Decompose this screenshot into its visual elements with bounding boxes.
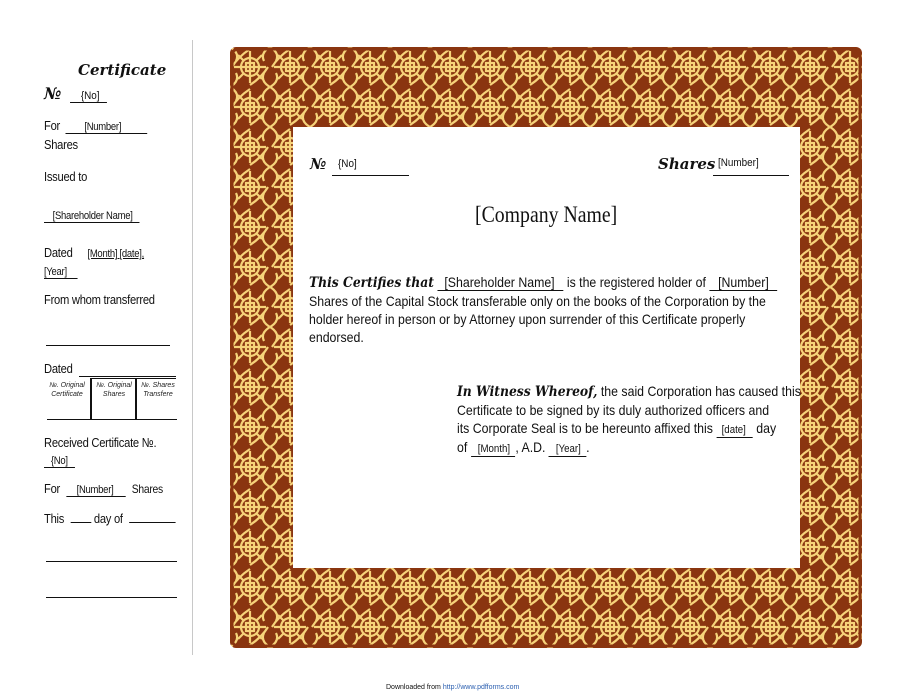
stub-for2-value[interactable]: [Number] xyxy=(66,484,126,497)
stub-table-divider xyxy=(90,379,92,419)
witness-line-1: In Witness Whereof, the said Corporation… xyxy=(457,382,801,401)
stub-this-day-blank[interactable] xyxy=(70,510,92,523)
stub-dated2-line[interactable] xyxy=(79,376,176,377)
witness-line-2: Certificate to be signed by its duly aut… xyxy=(457,402,770,418)
stub-dated-year-row: [Year] xyxy=(44,263,78,279)
company-name[interactable]: [Company Name] xyxy=(475,202,617,228)
witness-line-4: of [Month], A.D. [Year]. xyxy=(457,438,801,457)
stub-signature-line[interactable] xyxy=(46,561,177,562)
footer: Downloaded from http://www.pdfforms.com xyxy=(386,684,519,691)
stub-this-row: This day of xyxy=(44,510,176,526)
cert-no-line xyxy=(332,175,409,176)
stub-table-divider xyxy=(135,379,137,419)
witness-lead: In Witness Whereof, xyxy=(457,384,598,400)
stub-no-symbol: № xyxy=(44,84,62,103)
stub-dated2-label: Dated xyxy=(44,361,73,376)
stub-signature-line[interactable] xyxy=(46,597,177,598)
footer-prefix: Downloaded from xyxy=(386,684,441,691)
stub-for-label: For xyxy=(44,118,61,133)
cert-shareholder-name[interactable]: [Shareholder Name] xyxy=(437,275,564,291)
witness-text-3: its Corporate Seal is to be hereunto aff… xyxy=(457,420,713,436)
cert-year-value[interactable]: [Year] xyxy=(548,443,587,457)
stub-table-header: №. Shares Transfere xyxy=(141,382,175,398)
stub-this-label: This xyxy=(44,511,65,526)
certifies-paragraph: This Certifies that [Shareholder Name] i… xyxy=(309,273,841,346)
stub-table-top-line xyxy=(90,378,176,379)
cert-no-symbol: № xyxy=(310,155,327,173)
stub-dated-year[interactable]: [Year] xyxy=(44,266,78,279)
witness-line-3: its Corporate Seal is to be hereunto aff… xyxy=(457,419,801,438)
stub-received-row: {No] xyxy=(44,452,75,468)
ad-label: , A.D. xyxy=(515,439,546,455)
of-label: of xyxy=(457,439,468,455)
certifies-line-2: Shares of the Capital Stock transferable… xyxy=(309,293,766,309)
witness-text-1: the said Corporation has caused this xyxy=(600,383,801,399)
period: . xyxy=(586,439,590,455)
stub-dated-row: Dated [Month] [date], xyxy=(44,245,144,260)
registered-text: is the registered holder of xyxy=(566,274,706,290)
cert-date-value[interactable]: [date] xyxy=(716,424,753,438)
stub-from-whom-line[interactable] xyxy=(46,345,170,346)
stub-for2-row: For [Number] Shares xyxy=(44,481,163,497)
stub-received-label: Received Certificate №. xyxy=(44,435,157,450)
stub-table-header: №. Original Shares xyxy=(96,382,132,398)
cert-no-value[interactable]: {No] xyxy=(338,158,357,170)
cert-shares-line xyxy=(713,175,789,176)
stub-day-of-blank[interactable] xyxy=(129,510,176,523)
stub-dated-value[interactable]: [Month] [date], xyxy=(87,248,144,260)
stub-table-bottom-line xyxy=(47,419,177,420)
certifies-line-3: holder hereof in person or by Attorney u… xyxy=(309,311,746,327)
certifies-line-4: endorsed. xyxy=(309,329,364,345)
stub-for-value[interactable]: [Number] xyxy=(65,121,147,134)
stub-dated-label: Dated xyxy=(44,245,73,260)
witness-paragraph: In Witness Whereof, the said Corporation… xyxy=(457,382,848,457)
certificate-body xyxy=(293,127,800,568)
stub-no-row: № {No] xyxy=(44,84,109,104)
stub-transfer-table: №. Original Certificate №. Original Shar… xyxy=(44,379,177,420)
day-label: day xyxy=(756,420,777,436)
stub-issued-to-label: Issued to xyxy=(44,169,88,184)
stub-shareholder-row: [Shareholder Name] xyxy=(44,207,140,223)
stub-received-value[interactable]: {No] xyxy=(44,455,75,468)
stub-for2-label: For xyxy=(44,481,61,496)
stub-from-whom-label: From whom transferred xyxy=(44,292,155,307)
stub-table-header: №. Original Certificate xyxy=(49,382,85,398)
cert-number-of-shares[interactable]: [Number] xyxy=(709,275,778,291)
footer-link[interactable]: http://www.pdfforms.com xyxy=(443,684,520,691)
stub-for2-suffix: Shares xyxy=(131,482,163,496)
stub-divider xyxy=(192,40,193,655)
stub-for-row: For [Number] xyxy=(44,118,147,134)
certifies-line-1: This Certifies that [Shareholder Name] i… xyxy=(309,273,778,292)
stub-shareholder-value[interactable]: [Shareholder Name] xyxy=(44,210,140,223)
cert-shares-label: Shares xyxy=(658,155,716,173)
certifies-lead: This Certifies that xyxy=(309,275,434,291)
cert-month-value[interactable]: [Month] xyxy=(470,443,516,457)
stub-no-value[interactable]: {No] xyxy=(69,90,107,103)
stub-shares-label: Shares xyxy=(44,137,78,152)
cert-shares-value[interactable]: [Number] xyxy=(718,157,759,169)
stub-day-of-label: day of xyxy=(93,511,123,526)
stub-title: Certificate xyxy=(78,61,167,79)
